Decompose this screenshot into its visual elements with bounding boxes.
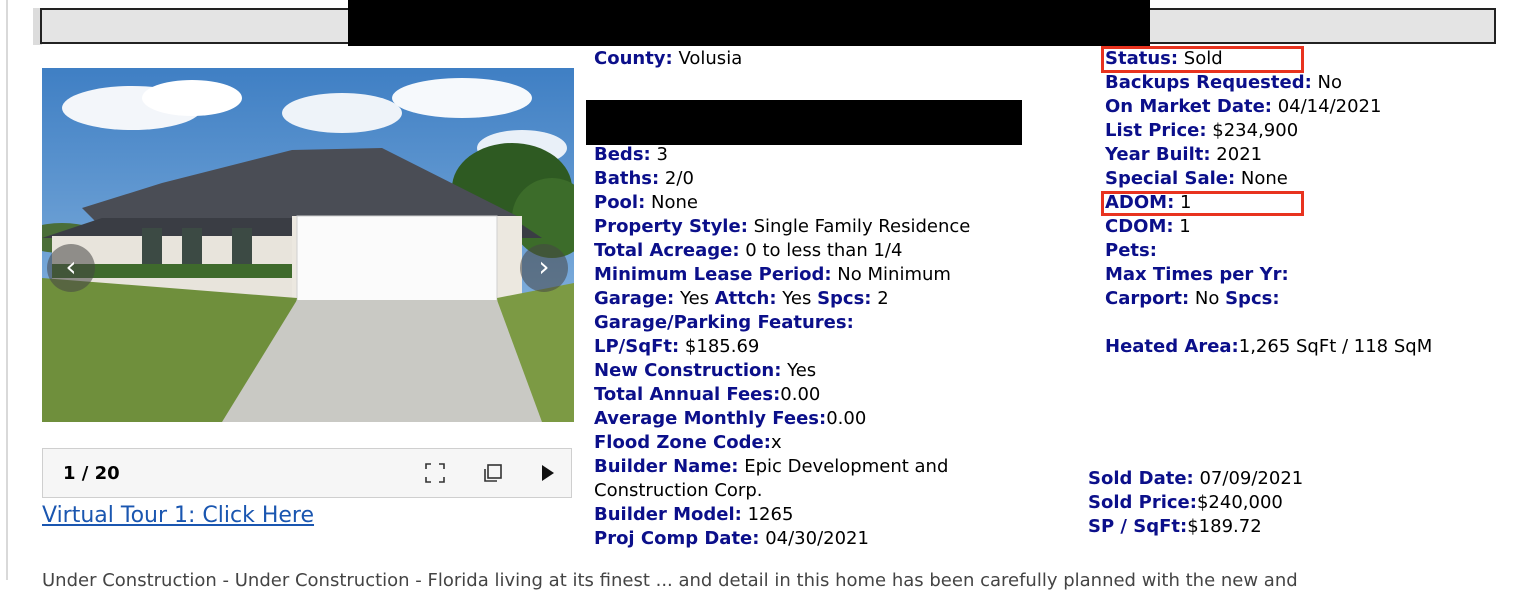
detail-row-new-construction: New Construction: Yes <box>594 360 817 381</box>
detail-row-carport: Carport: No Spcs: <box>1105 288 1280 309</box>
fullscreen-icon[interactable] <box>421 459 449 487</box>
page-border <box>6 0 8 580</box>
detail-row-garage: Garage: Yes Attch: Yes Spcs: 2 <box>594 288 889 309</box>
detail-row-on-market-date: On Market Date: 04/14/2021 <box>1105 96 1382 117</box>
prev-photo-button[interactable]: ‹ <box>47 244 95 292</box>
detail-row-cdom: CDOM: 1 <box>1105 216 1191 237</box>
detail-row-builder-name-cont: Construction Corp. <box>594 480 763 501</box>
detail-row-proj-comp-date: Proj Comp Date: 04/30/2021 <box>594 528 869 549</box>
detail-row-monthly-fees: Average Monthly Fees:0.00 <box>594 408 867 429</box>
sold-details: Sold Date: 07/09/2021 Sold Price:$240,00… <box>1088 467 1303 539</box>
detail-row-total-acreage: Total Acreage: 0 to less than 1/4 <box>594 240 903 261</box>
detail-column-middle: Beds: 3 Baths: 2/0 Pool: None Property S… <box>594 143 970 551</box>
detail-row-property-style: Property Style: Single Family Residence <box>594 216 971 237</box>
detail-row-pets: Pets: <box>1105 240 1157 261</box>
play-icon[interactable] <box>533 459 561 487</box>
detail-row-builder-name: Builder Name: Epic Development and <box>594 456 949 477</box>
detail-row-annual-fees: Total Annual Fees:0.00 <box>594 384 821 405</box>
gallery-controls: 1 / 20 <box>42 448 572 498</box>
listing-photo[interactable] <box>42 68 574 422</box>
detail-row-backups: Backups Requested: No <box>1105 72 1342 93</box>
detail-row-sold-price: Sold Price:$240,000 <box>1088 492 1283 513</box>
status-highlight-box <box>1101 46 1304 73</box>
popout-icon[interactable] <box>479 459 507 487</box>
detail-row-special-sale: Special Sale: None <box>1105 168 1288 189</box>
detail-row-list-price: List Price: $234,900 <box>1105 120 1299 141</box>
detail-row-baths: Baths: 2/0 <box>594 168 694 189</box>
virtual-tour-link[interactable]: Virtual Tour 1: Click Here <box>42 503 314 528</box>
next-photo-button[interactable]: › <box>520 244 568 292</box>
detail-row-pool: Pool: None <box>594 192 698 213</box>
detail-row-lp-sqft: LP/SqFt: $185.69 <box>594 336 760 357</box>
photo-counter: 1 / 20 <box>63 463 120 484</box>
detail-row-year-built: Year Built: 2021 <box>1105 144 1263 165</box>
detail-row-parking-features: Garage/Parking Features: <box>594 312 854 333</box>
detail-row-heated-area: Heated Area:1,265 SqFt / 118 SqM <box>1105 336 1433 357</box>
detail-row-beds: Beds: 3 <box>594 144 668 165</box>
detail-row-sold-date: Sold Date: 07/09/2021 <box>1088 468 1304 489</box>
detail-row-max-times: Max Times per Yr: <box>1105 264 1289 285</box>
detail-row-flood-zone: Flood Zone Code:x <box>594 432 782 453</box>
detail-row-sp-sqft: SP / SqFt:$189.72 <box>1088 516 1262 537</box>
detail-row-county: County: Volusia <box>594 48 743 69</box>
adom-highlight-box <box>1101 191 1304 216</box>
detail-row-builder-model: Builder Model: 1265 <box>594 504 794 525</box>
remarks-text: Under Construction - Under Construction … <box>42 570 1298 591</box>
redacted-title <box>348 0 1150 46</box>
redacted-address <box>586 100 1022 145</box>
detail-row-min-lease: Minimum Lease Period: No Minimum <box>594 264 951 285</box>
